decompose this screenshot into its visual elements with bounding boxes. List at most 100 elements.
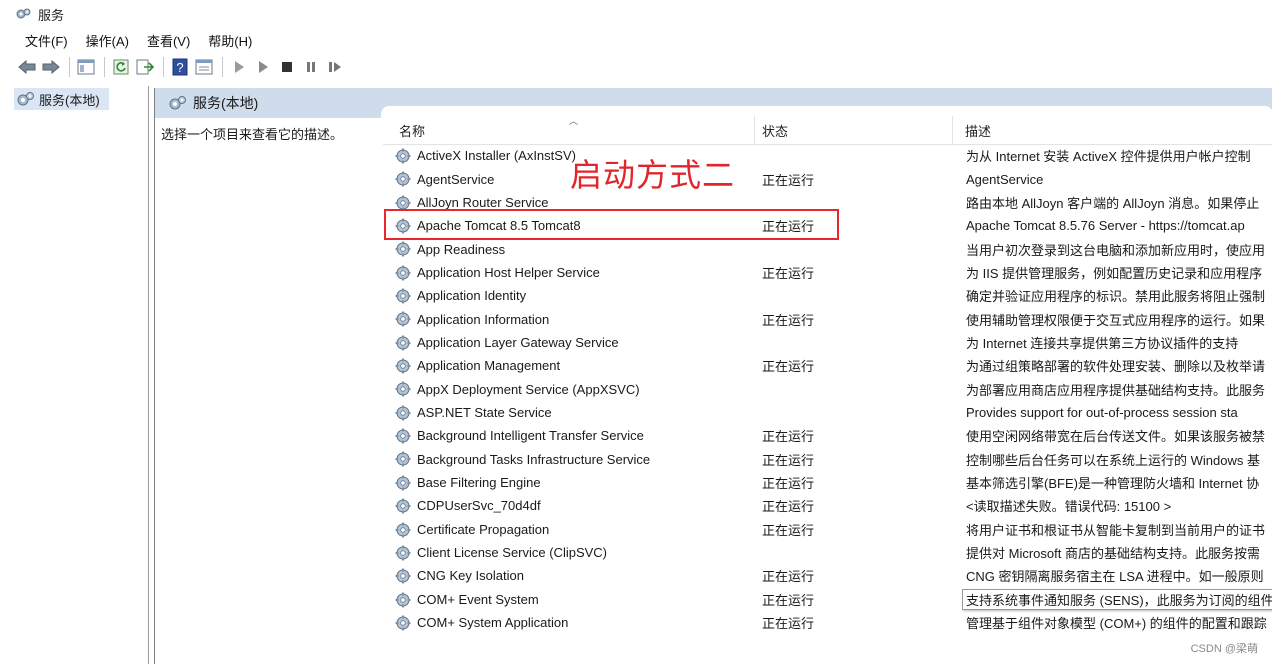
service-name: COM+ Event System: [417, 591, 539, 607]
service-row[interactable]: ASP.NET State Service Provides support fo…: [383, 401, 1272, 424]
column-description-label: 描述: [965, 123, 992, 139]
service-description: 为通过组策略部署的软件处理安装、删除以及枚举请: [966, 359, 1266, 375]
service-gear-icon: [395, 311, 411, 330]
column-header-description[interactable]: 描述: [957, 116, 1272, 144]
service-description: 提供对 Microsoft 商店的基础结构支持。此服务按需: [966, 546, 1260, 562]
service-status: 正在运行: [762, 592, 815, 608]
service-row[interactable]: AgentService 正在运行 AgentService: [383, 167, 1272, 190]
service-row[interactable]: App Readiness 当用户初次登录到这台电脑和添加新应用时，使应用: [383, 237, 1272, 260]
column-header-status[interactable]: 状态: [755, 116, 953, 144]
sort-ascending-icon: ︿: [569, 116, 579, 126]
show-hide-tree-button[interactable]: [75, 56, 97, 78]
service-status: 正在运行: [762, 265, 815, 281]
properties-button[interactable]: [193, 56, 215, 78]
start-service-alt-icon: [259, 61, 268, 73]
highlight-box: [384, 209, 839, 240]
service-row[interactable]: CDPUserSvc_70d4df 正在运行 <读取描述失败。错误代码: 15100…: [383, 494, 1272, 517]
service-name: Background Tasks Infrastructure Service: [417, 451, 651, 467]
column-name-label: 名称: [399, 123, 426, 139]
export-list-button[interactable]: [134, 56, 156, 78]
tree-item-services-local[interactable]: 服务(本地): [14, 88, 109, 110]
service-gear-icon: [395, 475, 411, 494]
service-row[interactable]: Application Identity 确定并验证应用程序的标识。禁用此服务将阻…: [383, 284, 1272, 307]
pause-service-icon: [307, 62, 315, 72]
show-hide-tree-icon: [77, 59, 95, 75]
service-status: 正在运行: [762, 452, 815, 468]
title-bar: 服务: [0, 0, 1272, 28]
service-row[interactable]: Certificate Propagation 正在运行 将用户证书和根证书从智能卡…: [383, 518, 1272, 541]
toolbar: ?: [0, 54, 1272, 80]
service-description: 支持系统事件通知服务 (SENS)，此服务为订阅的组件: [962, 588, 1272, 610]
toolbar-separator: [163, 57, 164, 77]
service-status: 正在运行: [762, 499, 815, 515]
svg-text:?: ?: [176, 60, 183, 75]
service-status: 正在运行: [762, 522, 815, 538]
service-row[interactable]: Client License Service (ClipSVC) 提供对 Micr…: [383, 541, 1272, 564]
service-name: Application Management: [417, 358, 561, 374]
service-row[interactable]: Background Tasks Infrastructure Service 正…: [383, 447, 1272, 470]
service-name: Base Filtering Engine: [417, 474, 541, 490]
column-header-name[interactable]: 名称 ︿: [383, 116, 755, 144]
service-row[interactable]: CNG Key Isolation 正在运行 CNG 密钥隔离服务宿主在 LSA 进…: [383, 564, 1272, 587]
menu-help[interactable]: 帮助(H): [199, 31, 261, 50]
back-button[interactable]: [16, 56, 38, 78]
service-description: Apache Tomcat 8.5.76 Server - https://to…: [966, 218, 1245, 234]
menu-bar: 文件(F) 操作(A) 查看(V) 帮助(H): [0, 28, 1272, 52]
service-row[interactable]: Base Filtering Engine 正在运行 基本筛选引擎(BFE)是一种管…: [383, 471, 1272, 494]
toolbar-separator: [104, 57, 105, 77]
service-name: App Readiness: [417, 241, 506, 257]
service-status: 正在运行: [762, 359, 815, 375]
service-name: Application Host Helper Service: [417, 264, 600, 280]
stop-service-icon: [282, 62, 292, 72]
service-name: CNG Key Isolation: [417, 568, 524, 584]
service-gear-icon: [395, 592, 411, 611]
menu-view[interactable]: 查看(V): [138, 31, 199, 50]
description-hint: 选择一个项目来查看它的描述。: [161, 127, 344, 142]
service-row[interactable]: Application Management 正在运行 为通过组策略部署的软件处理安…: [383, 354, 1272, 377]
refresh-button[interactable]: [110, 56, 132, 78]
service-row[interactable]: AppX Deployment Service (AppXSVC) 为部署应用商店…: [383, 377, 1272, 400]
resume-service-button[interactable]: [324, 56, 346, 78]
service-row[interactable]: Application Information 正在运行 使用辅助管理权限便于交互式…: [383, 307, 1272, 330]
resume-service-icon: [329, 62, 341, 72]
service-name: Certificate Propagation: [417, 521, 550, 537]
service-name: Client License Service (ClipSVC): [417, 545, 608, 561]
service-description: 管理基于组件对象模型 (COM+) 的组件的配置和跟踪: [966, 616, 1267, 632]
menu-action[interactable]: 操作(A): [77, 31, 138, 50]
list-header: 名称 ︿ 状态 描述: [383, 116, 1272, 145]
service-name: AllJoyn Router Service: [417, 194, 549, 210]
service-description: CNG 密钥隔离服务宿主在 LSA 进程中。如一般原则: [966, 569, 1264, 585]
window-title: 服务: [38, 7, 65, 23]
service-row[interactable]: COM+ Event System 正在运行 支持系统事件通知服务 (SENS)，此…: [383, 588, 1272, 611]
service-gear-icon: [395, 498, 411, 517]
export-list-icon: [136, 59, 154, 75]
menu-file[interactable]: 文件(F): [16, 31, 77, 50]
start-service-button[interactable]: [228, 56, 250, 78]
services-icon: [17, 92, 34, 106]
service-gear-icon: [395, 405, 411, 424]
service-description: Provides support for out-of-process sess…: [966, 404, 1238, 420]
services-icon: [16, 8, 31, 19]
service-status: 正在运行: [762, 475, 815, 491]
service-gear-icon: [395, 241, 411, 260]
service-name: Background Intelligent Transfer Service: [417, 428, 644, 444]
service-row[interactable]: Background Intelligent Transfer Service 正…: [383, 424, 1272, 447]
help-button[interactable]: ?: [169, 56, 191, 78]
properties-icon: [195, 59, 213, 75]
service-row[interactable]: COM+ System Application 正在运行 管理基于组件对象模型 (C…: [383, 611, 1272, 634]
service-description: 为部署应用商店应用程序提供基础结构支持。此服务: [966, 382, 1266, 398]
service-gear-icon: [395, 568, 411, 587]
start-service-icon: [235, 61, 244, 73]
service-gear-icon: [395, 288, 411, 307]
service-description: 路由本地 AllJoyn 客户端的 AllJoyn 消息。如果停止: [966, 195, 1260, 211]
service-name: AgentService: [417, 171, 495, 187]
service-row[interactable]: Application Layer Gateway Service 为 Inter…: [383, 331, 1272, 354]
start-service-alt-button[interactable]: [252, 56, 274, 78]
service-row[interactable]: Application Host Helper Service 正在运行 为 IIS…: [383, 261, 1272, 284]
service-name: CDPUserSvc_70d4df: [417, 498, 541, 514]
stop-service-button[interactable]: [276, 56, 298, 78]
pause-service-button[interactable]: [300, 56, 322, 78]
service-row[interactable]: ActiveX Installer (AxInstSV) 为从 Internet …: [383, 144, 1272, 167]
service-description: <读取描述失败。错误代码: 15100 >: [966, 499, 1172, 515]
forward-button[interactable]: [40, 56, 62, 78]
